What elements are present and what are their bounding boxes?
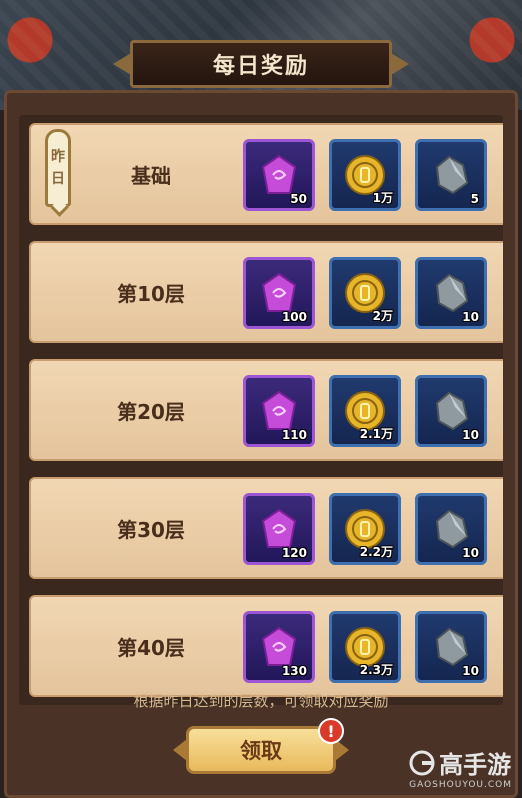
purple-gem-icon <box>261 272 297 312</box>
reward-slot-stone[interactable]: 5 <box>415 139 487 211</box>
reward-qty: 120 <box>281 546 307 560</box>
reward-row-basic: 昨 日 基础 50 1万 5 <box>29 123 503 225</box>
reward-items: 100 2万 10 <box>243 257 487 329</box>
reward-qty: 2万 <box>372 309 393 323</box>
title-banner: 每日奖励 <box>130 40 392 88</box>
reward-qty: 50 <box>290 192 307 206</box>
watermark: 高手游 GAOSHOUYOU.COM <box>409 745 512 790</box>
silver-stone-icon <box>435 627 469 667</box>
reward-qty: 2.3万 <box>359 663 393 677</box>
alert-badge-icon: ! <box>318 718 344 744</box>
reward-slot-coin[interactable]: 2.2万 <box>329 493 401 565</box>
reward-qty: 100 <box>281 310 307 324</box>
reward-qty: 2.2万 <box>359 545 393 559</box>
claim-button-label: 领取 <box>240 739 282 763</box>
reward-slot-gem[interactable]: 100 <box>243 257 315 329</box>
reward-items: 130 2.3万 10 <box>243 611 487 683</box>
watermark-logo-icon <box>409 750 435 775</box>
row-label: 第40层 <box>117 635 185 660</box>
silver-stone-icon <box>435 509 469 549</box>
claim-hint: 根据昨日达到的层数，可领取对应奖励 <box>133 692 389 710</box>
reward-items: 110 2.1万 10 <box>243 375 487 447</box>
purple-gem-icon <box>261 154 297 194</box>
reward-slot-stone[interactable]: 10 <box>415 493 487 565</box>
reward-qty: 10 <box>462 546 479 560</box>
reward-slot-coin[interactable]: 1万 <box>329 139 401 211</box>
reward-slot-coin[interactable]: 2万 <box>329 257 401 329</box>
reward-slot-stone[interactable]: 10 <box>415 611 487 683</box>
silver-stone-icon <box>435 155 469 195</box>
reward-slot-coin[interactable]: 2.3万 <box>329 611 401 683</box>
reward-qty: 10 <box>462 664 479 678</box>
reward-qty: 2.1万 <box>359 427 393 441</box>
reward-items: 50 1万 5 <box>243 139 487 211</box>
reward-slot-coin[interactable]: 2.1万 <box>329 375 401 447</box>
reward-row-floor-10: 第10层 100 2万 10 <box>29 241 503 343</box>
silver-stone-icon <box>435 273 469 313</box>
rewards-list[interactable]: 昨 日 基础 50 1万 5 第10层 100 2万 10 第20层 110 2… <box>19 115 503 705</box>
reward-slot-stone[interactable]: 10 <box>415 375 487 447</box>
reward-qty: 5 <box>470 192 479 206</box>
reward-qty: 110 <box>281 428 307 442</box>
reward-slot-stone[interactable]: 10 <box>415 257 487 329</box>
row-label: 第30层 <box>117 517 185 542</box>
reward-slot-gem[interactable]: 110 <box>243 375 315 447</box>
claim-button[interactable]: 领取 <box>186 726 336 774</box>
tag-char: 日 <box>51 171 65 187</box>
reward-qty: 10 <box>462 428 479 442</box>
reward-qty: 1万 <box>372 191 393 205</box>
reward-slot-gem[interactable]: 120 <box>243 493 315 565</box>
reward-slot-gem[interactable]: 130 <box>243 611 315 683</box>
page-title: 每日奖励 <box>212 54 309 79</box>
reward-items: 120 2.2万 10 <box>243 493 487 565</box>
silver-stone-icon <box>435 391 469 431</box>
row-label: 第20层 <box>117 399 185 424</box>
reward-qty: 130 <box>281 664 307 678</box>
row-label: 基础 <box>131 163 171 188</box>
reward-row-floor-30: 第30层 120 2.2万 10 <box>29 477 503 579</box>
watermark-sub: GAOSHOUYOU.COM <box>409 780 512 790</box>
reward-row-floor-40: 第40层 130 2.3万 10 <box>29 595 503 697</box>
purple-gem-icon <box>261 508 297 548</box>
reward-row-floor-20: 第20层 110 2.1万 10 <box>29 359 503 461</box>
watermark-text: 高手游 <box>439 751 512 779</box>
row-label: 第10层 <box>117 281 185 306</box>
purple-gem-icon <box>261 626 297 666</box>
watermark-main: 高手游 <box>409 745 512 780</box>
purple-gem-icon <box>261 390 297 430</box>
tag-char: 昨 <box>51 149 65 165</box>
reward-slot-gem[interactable]: 50 <box>243 139 315 211</box>
yesterday-tag: 昨 日 <box>45 129 71 207</box>
reward-qty: 10 <box>462 310 479 324</box>
